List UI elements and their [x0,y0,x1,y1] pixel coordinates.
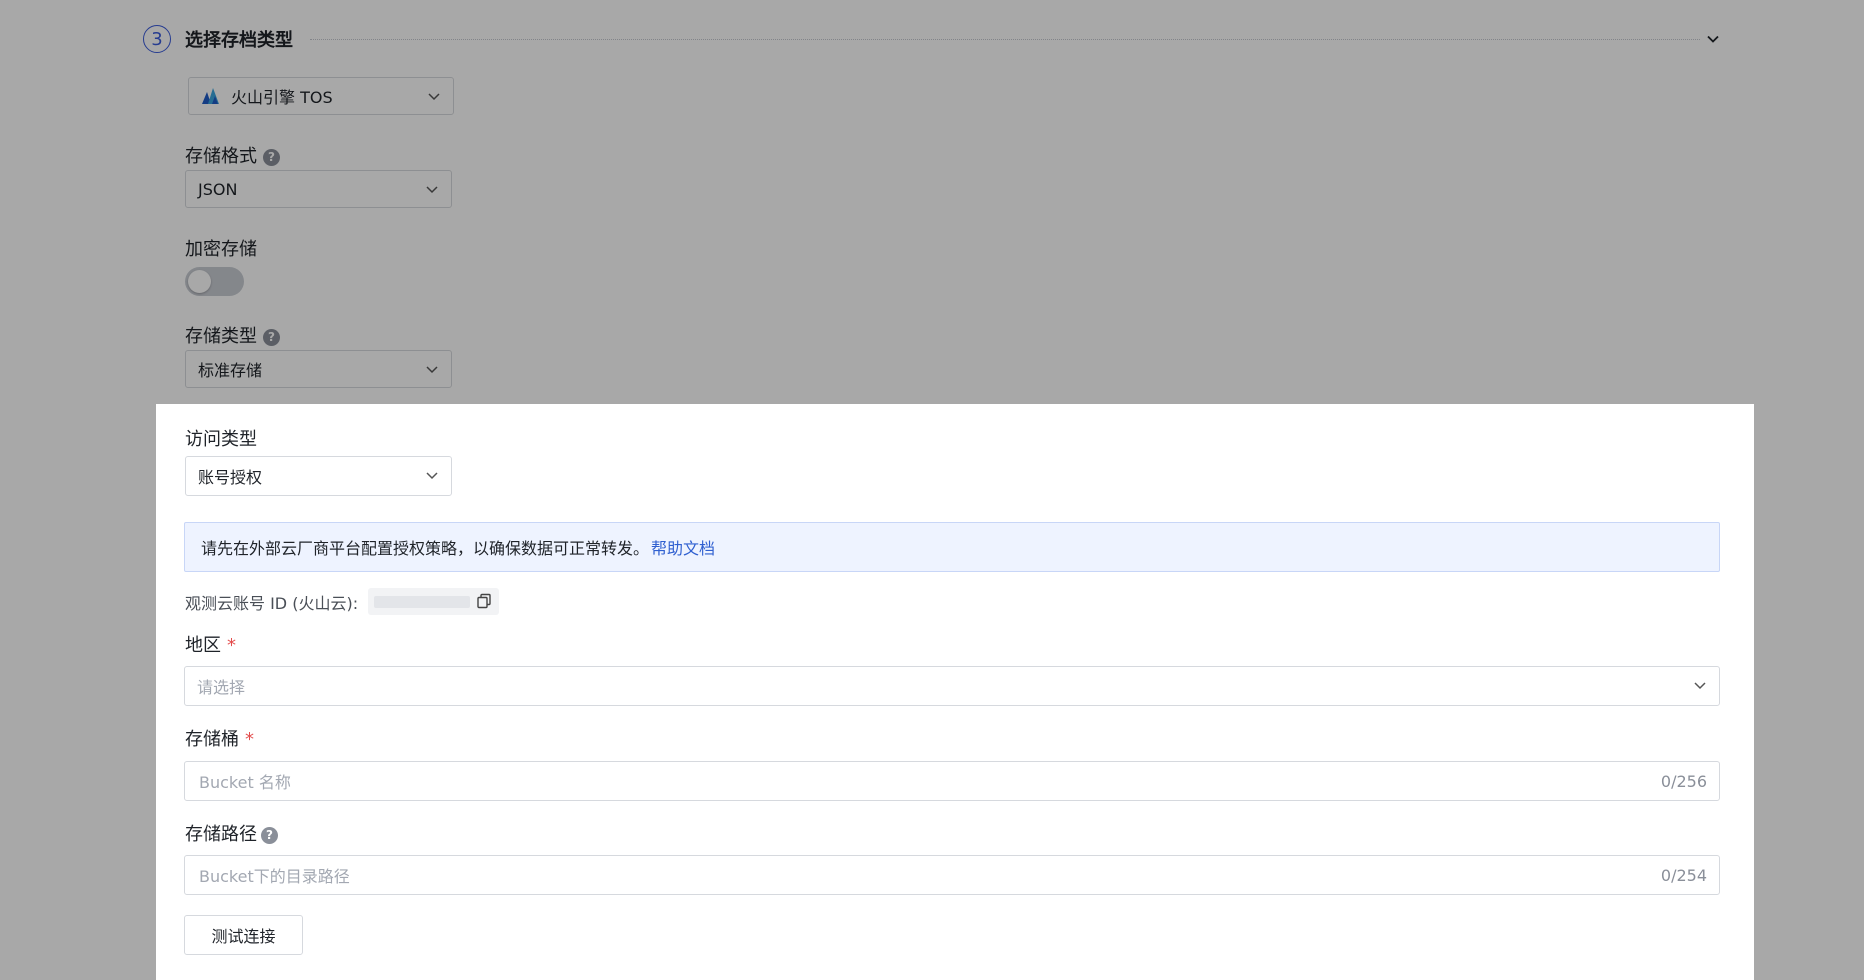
auth-notice: 请先在外部云厂商平台配置授权策略，以确保数据可正常转发。 帮助文档 [184,522,1720,572]
access-type-label: 访问类型 [185,429,257,450]
dim-overlay-top [0,0,1864,404]
required-marker: * [245,729,254,750]
account-id-masked [374,596,470,608]
help-icon[interactable]: ? [261,826,278,844]
region-select[interactable]: 请选择 [184,666,1720,706]
path-input[interactable]: Bucket下的目录路径 0/254 [184,855,1720,895]
dim-overlay-left [0,404,156,980]
access-type-value: 账号授权 [198,468,263,487]
path-placeholder: Bucket下的目录路径 [199,867,350,886]
dim-overlay-right [1754,404,1864,980]
bucket-label: 存储桶 * [185,729,254,750]
bucket-char-counter: 0/256 [1660,771,1707,791]
account-id-value [368,588,499,615]
region-placeholder: 请选择 [197,678,246,697]
bucket-placeholder: Bucket 名称 [199,773,291,792]
copy-icon[interactable] [476,593,492,609]
required-marker: * [227,635,236,656]
region-label: 地区 * [185,635,236,656]
path-label: 存储路径? [185,820,278,846]
chevron-down-icon [426,472,438,480]
account-id-label: 观测云账号 ID (火山云): [185,594,359,613]
test-connection-button[interactable]: 测试连接 [184,915,303,955]
chevron-down-icon [1694,682,1706,690]
access-type-select[interactable]: 账号授权 [185,456,452,496]
path-char-counter: 0/254 [1660,865,1707,885]
help-doc-link[interactable]: 帮助文档 [651,535,715,559]
notice-text: 请先在外部云厂商平台配置授权策略，以确保数据可正常转发。 [201,539,650,558]
bucket-input[interactable]: Bucket 名称 0/256 [184,761,1720,801]
